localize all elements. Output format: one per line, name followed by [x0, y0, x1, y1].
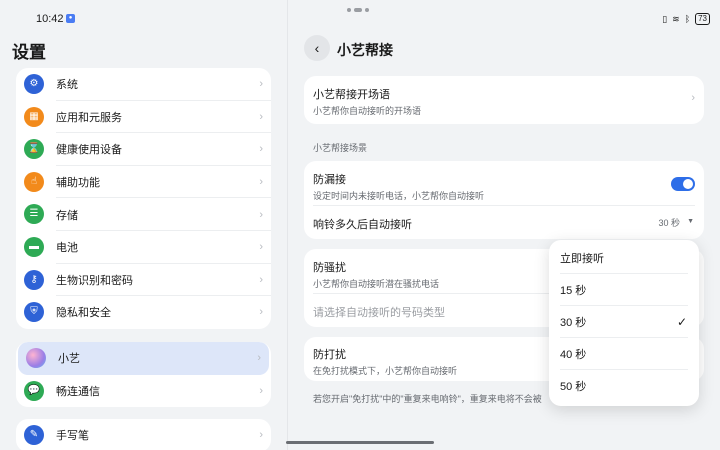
sidebar-item-storage[interactable]: ☰ 存储 › [16, 198, 271, 231]
bluetooth-icon: ᛒ [684, 14, 691, 24]
dropdown-option-label: 50 秒 [560, 381, 587, 393]
ring-delay-value[interactable]: 30 秒 [658, 216, 680, 229]
gear-icon: ⚙ [24, 74, 44, 94]
sidebar-item-label: 小艺 [58, 353, 80, 366]
apps-grid-icon: ▦ [24, 106, 44, 127]
chevron-right-icon: › [259, 78, 263, 91]
dropdown-option-label: 立即接听 [560, 253, 604, 265]
dropdown-option[interactable]: 40 秒 [549, 338, 699, 370]
ring-delay-row[interactable]: 响铃多久后自动接听 [313, 215, 695, 233]
sidebar-item-battery[interactable]: ▬ 电池 › [16, 231, 271, 264]
section-label: 小艺帮接场景 [313, 143, 368, 153]
chevron-left-icon: ‹ [314, 40, 320, 56]
sidebar-item-label: 辅助功能 [56, 177, 100, 190]
missed-call-card: 防漏接 设定时间内未接听电话，小艺帮你自动接听 响铃多久后自动接听 30 秒 ▼ [304, 161, 704, 239]
sidebar-item-label: 存储 [56, 209, 78, 222]
sidebar-item-xiaoyi[interactable]: 小艺 › [18, 342, 269, 375]
sidebar-item-label: 健康使用设备 [56, 144, 122, 157]
shield-icon: ⛨ [24, 302, 44, 323]
greeting-title: 小艺帮接开场语 [313, 89, 390, 101]
ring-delay-title: 响铃多久后自动接听 [313, 219, 412, 231]
footnote-text: 若您开启"免打扰"中的"重复来电响铃"，重复来电将不会被 [313, 394, 542, 404]
settings-title: 设置 [12, 43, 46, 62]
chevron-right-icon: › [259, 273, 263, 286]
back-button[interactable]: ‹ [304, 35, 330, 61]
window-handle[interactable] [347, 8, 369, 12]
settings-group-2: 小艺 › 💬 畅连通信 › [16, 342, 271, 408]
battery-icon: ▬ [24, 236, 44, 257]
hand-icon: ☝ [24, 171, 44, 192]
hourglass-icon: ⌛ [24, 139, 44, 160]
sidebar-item-label: 手写笔 [56, 430, 89, 443]
vibrate-icon: ▯ [662, 13, 668, 24]
sidebar-item-health-usage[interactable]: ⌛ 健康使用设备 › [16, 133, 271, 166]
sidebar-item-privacy[interactable]: ⛨ 隐私和安全 › [16, 296, 271, 329]
sidebar-item-accessibility[interactable]: ☝ 辅助功能 › [16, 166, 271, 199]
dropdown-option-label: 15 秒 [560, 285, 587, 297]
chevron-right-icon: › [691, 92, 695, 104]
status-icons: ▯ ≋ ᛒ 73 [662, 13, 710, 25]
ring-delay-dropdown: 立即接听 15 秒 30 秒 ✓ 40 秒 50 秒 [549, 240, 699, 406]
dropdown-option[interactable]: 立即接听 [549, 242, 699, 274]
chevron-right-icon: › [257, 352, 261, 365]
chevron-right-icon: › [259, 176, 263, 189]
missed-call-title: 防漏接 [313, 174, 346, 186]
sidebar-item-label: 电池 [56, 242, 78, 255]
key-icon: ⚷ [24, 269, 44, 290]
sidebar-item-stylus[interactable]: ✎ 手写笔 › [16, 419, 271, 450]
settings-group-1: ⚙ 系统 › ▦ 应用和元服务 › ⌛ 健康使用设备 › ☝ 辅助功能 › ☰ … [16, 68, 271, 329]
caret-down-icon: ▼ [687, 218, 694, 225]
greeting-setting[interactable]: 小艺帮接开场语 小艺帮你自动接听的开场语 › [304, 76, 704, 124]
notification-badge-icon: ● [66, 14, 75, 23]
number-type-placeholder: 请选择自动接听的号码类型 [313, 307, 445, 319]
sidebar-item-system[interactable]: ⚙ 系统 › [16, 68, 271, 101]
missed-call-subtitle: 设定时间内未接听电话，小艺帮你自动接听 [313, 191, 485, 201]
chevron-right-icon: › [259, 143, 263, 156]
sidebar-item-label: 隐私和安全 [56, 307, 111, 320]
sidebar-item-connect[interactable]: 💬 畅连通信 › [16, 375, 271, 408]
home-indicator[interactable] [286, 441, 434, 444]
chevron-right-icon: › [259, 110, 263, 123]
status-time: 10:42 [36, 13, 64, 25]
chevron-right-icon: › [259, 241, 263, 254]
dropdown-option[interactable]: 15 秒 [549, 274, 699, 306]
dropdown-option-label: 30 秒 [560, 317, 587, 329]
page-title: 小艺帮接 [337, 42, 393, 58]
sidebar-item-apps[interactable]: ▦ 应用和元服务 › [16, 101, 271, 134]
sidebar-item-biometrics[interactable]: ⚷ 生物识别和密码 › [16, 264, 271, 297]
dropdown-option-selected[interactable]: 30 秒 ✓ [549, 306, 699, 338]
wifi-icon: ≋ [672, 13, 680, 24]
sidebar-item-label: 生物识别和密码 [56, 274, 133, 287]
sidebar-item-label: 畅连通信 [56, 385, 100, 398]
chevron-right-icon: › [259, 429, 263, 442]
checkmark-icon: ✓ [676, 315, 687, 329]
battery-level: 73 [695, 13, 710, 25]
settings-sidebar: 10:42 ● 设置 ⚙ 系统 › ▦ 应用和元服务 › ⌛ 健康使用设备 › … [0, 0, 288, 450]
sidebar-item-label: 系统 [56, 79, 78, 92]
dropdown-option[interactable]: 50 秒 [549, 370, 699, 402]
xiaoyi-icon [26, 348, 46, 368]
dropdown-option-label: 40 秒 [560, 349, 587, 361]
chevron-right-icon: › [259, 208, 263, 221]
greeting-subtitle: 小艺帮你自动接听的开场语 [313, 106, 422, 116]
pen-icon: ✎ [24, 425, 44, 445]
chevron-right-icon: › [259, 306, 263, 319]
chevron-right-icon: › [259, 384, 263, 397]
chat-icon: 💬 [24, 380, 44, 401]
settings-group-3: ✎ 手写笔 › [16, 419, 271, 450]
storage-icon: ☰ [24, 204, 44, 225]
missed-call-toggle[interactable] [671, 177, 695, 191]
sidebar-item-label: 应用和元服务 [56, 111, 122, 124]
